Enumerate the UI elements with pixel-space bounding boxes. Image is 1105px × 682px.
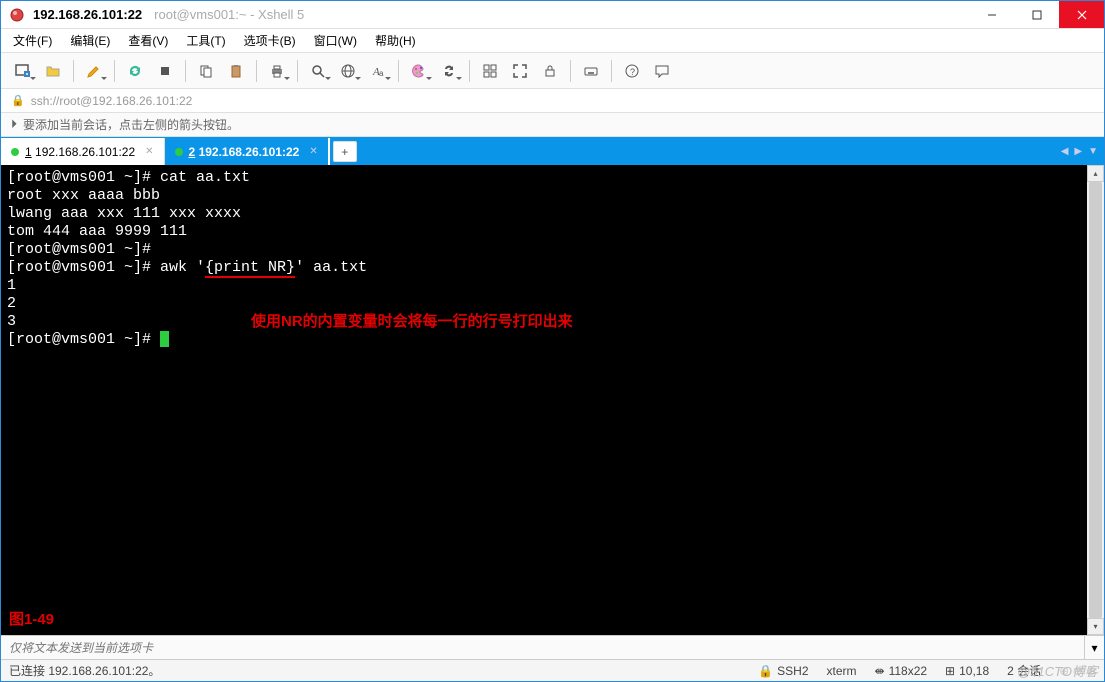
terminal-container: [root@vms001 ~]# cat aa.txt root xxx aaa… xyxy=(1,165,1104,635)
tab-number: 1 xyxy=(25,145,32,159)
chat-button[interactable] xyxy=(648,57,676,85)
send-bar: ▾ xyxy=(1,635,1104,659)
window-title: 192.168.26.101:22 xyxy=(33,7,142,22)
tab-next-icon[interactable]: ▶ xyxy=(1074,146,1082,157)
toolbar-separator xyxy=(114,60,115,82)
menu-file[interactable]: 文件(F) xyxy=(11,30,54,51)
menu-tools[interactable]: 工具(T) xyxy=(184,30,227,51)
tab-add-button[interactable]: + xyxy=(333,141,357,162)
status-protocol: 🔒SSH2 xyxy=(758,664,808,678)
session-tab-2[interactable]: 2 192.168.26.101:22 ✕ xyxy=(165,138,328,165)
terminal-cursor xyxy=(160,331,169,347)
keyboard-button[interactable] xyxy=(577,57,605,85)
status-sessions: 2 会话 xyxy=(1007,662,1041,679)
toolbar-separator xyxy=(570,60,571,82)
tab-label: 192.168.26.101:22 xyxy=(199,145,300,159)
status-term: xterm xyxy=(827,664,857,678)
disconnect-button[interactable] xyxy=(151,57,179,85)
terminal[interactable]: [root@vms001 ~]# cat aa.txt root xxx aaa… xyxy=(1,165,1087,635)
tab-nav: ◀ ▶ ▼ xyxy=(1061,138,1104,165)
status-connection: 已连接 192.168.26.101:22。 xyxy=(9,662,740,679)
lock-button[interactable] xyxy=(536,57,564,85)
scroll-down-button[interactable]: ▾ xyxy=(1087,618,1104,635)
toolbar-separator xyxy=(611,60,612,82)
window-subtitle: root@vms001:~ - Xshell 5 xyxy=(154,7,304,22)
reconnect-button[interactable] xyxy=(121,57,149,85)
toolbar-separator xyxy=(73,60,74,82)
terminal-scrollbar[interactable]: ▴ ▾ xyxy=(1087,165,1104,635)
close-button[interactable] xyxy=(1059,1,1104,28)
toolbar-separator xyxy=(256,60,257,82)
hint-bar: ⏵ 要添加当前会话，点击左侧的箭头按钮。 xyxy=(1,113,1104,137)
palette-button[interactable] xyxy=(405,57,433,85)
fullscreen-button[interactable] xyxy=(506,57,534,85)
address-text[interactable]: ssh://root@192.168.26.101:22 xyxy=(31,94,193,108)
open-button[interactable] xyxy=(39,57,67,85)
tab-menu-icon[interactable]: ▼ xyxy=(1088,146,1098,157)
send-input[interactable] xyxy=(1,641,1084,655)
titlebar: 192.168.26.101:22 root@vms001:~ - Xshell… xyxy=(1,1,1104,29)
scroll-track[interactable] xyxy=(1087,182,1104,618)
status-pos: ⊞ 10,18 xyxy=(945,664,989,678)
toolbar-separator xyxy=(185,60,186,82)
statusbar: 已连接 192.168.26.101:22。 🔒SSH2 xterm ⇼ 118… xyxy=(1,659,1104,681)
session-tabs: 1 192.168.26.101:22 ✕ 2 192.168.26.101:2… xyxy=(1,137,1104,165)
menu-tab[interactable]: 选项卡(B) xyxy=(242,30,298,51)
menu-help[interactable]: 帮助(H) xyxy=(373,30,418,51)
scroll-thumb[interactable] xyxy=(1089,182,1102,618)
maximize-button[interactable] xyxy=(1014,1,1059,28)
toolbar-separator xyxy=(297,60,298,82)
menubar: 文件(F) 编辑(E) 查看(V) 工具(T) 选项卡(B) 窗口(W) 帮助(… xyxy=(1,29,1104,53)
menu-edit[interactable]: 编辑(E) xyxy=(68,30,112,51)
tab-number: 2 xyxy=(189,145,196,159)
grid-button[interactable] xyxy=(476,57,504,85)
lock-small-icon: 🔒 xyxy=(758,664,773,678)
hint-arrow-icon[interactable]: ⏵ xyxy=(11,117,17,132)
help-button[interactable]: ? xyxy=(618,57,646,85)
print-button[interactable] xyxy=(263,57,291,85)
window-controls xyxy=(969,1,1104,28)
edit-button[interactable] xyxy=(80,57,108,85)
app-window: 192.168.26.101:22 root@vms001:~ - Xshell… xyxy=(0,0,1105,682)
scroll-up-button[interactable]: ▴ xyxy=(1087,165,1104,182)
find-button[interactable] xyxy=(304,57,332,85)
copy-button[interactable] xyxy=(192,57,220,85)
session-tab-1[interactable]: 1 192.168.26.101:22 ✕ xyxy=(1,138,165,165)
tab-close-icon[interactable]: ✕ xyxy=(145,146,153,157)
status-dot-icon xyxy=(175,148,183,156)
tab-prev-icon[interactable]: ◀ xyxy=(1061,146,1069,157)
figure-label: 图1-49 xyxy=(9,611,54,629)
app-icon xyxy=(9,7,25,23)
lock-icon: 🔒 xyxy=(11,94,25,107)
toolbar: Aa ? xyxy=(1,53,1104,89)
globe-button[interactable] xyxy=(334,57,362,85)
status-dot-icon xyxy=(11,148,19,156)
font-button[interactable]: Aa xyxy=(364,57,392,85)
minimize-button[interactable] xyxy=(969,1,1014,28)
toolbar-separator xyxy=(469,60,470,82)
tab-close-icon[interactable]: ✕ xyxy=(309,146,317,157)
terminal-annotation: 使用NR的内置变量时会将每一行的行号打印出来 xyxy=(251,313,573,331)
status-caps: ⊕ ⊕ ⊕ xyxy=(1059,664,1096,678)
paste-button[interactable] xyxy=(222,57,250,85)
svg-text:?: ? xyxy=(630,67,635,77)
menu-window[interactable]: 窗口(W) xyxy=(312,30,359,51)
hint-text: 要添加当前会话，点击左侧的箭头按钮。 xyxy=(23,116,239,133)
tab-label: 192.168.26.101:22 xyxy=(35,145,135,159)
address-bar: 🔒 ssh://root@192.168.26.101:22 xyxy=(1,89,1104,113)
menu-view[interactable]: 查看(V) xyxy=(126,30,170,51)
cycle-button[interactable] xyxy=(435,57,463,85)
toolbar-separator xyxy=(398,60,399,82)
new-session-button[interactable] xyxy=(9,57,37,85)
status-size: ⇼ 118x22 xyxy=(875,664,928,678)
send-dropdown[interactable]: ▾ xyxy=(1084,636,1104,659)
svg-text:a: a xyxy=(379,69,384,78)
